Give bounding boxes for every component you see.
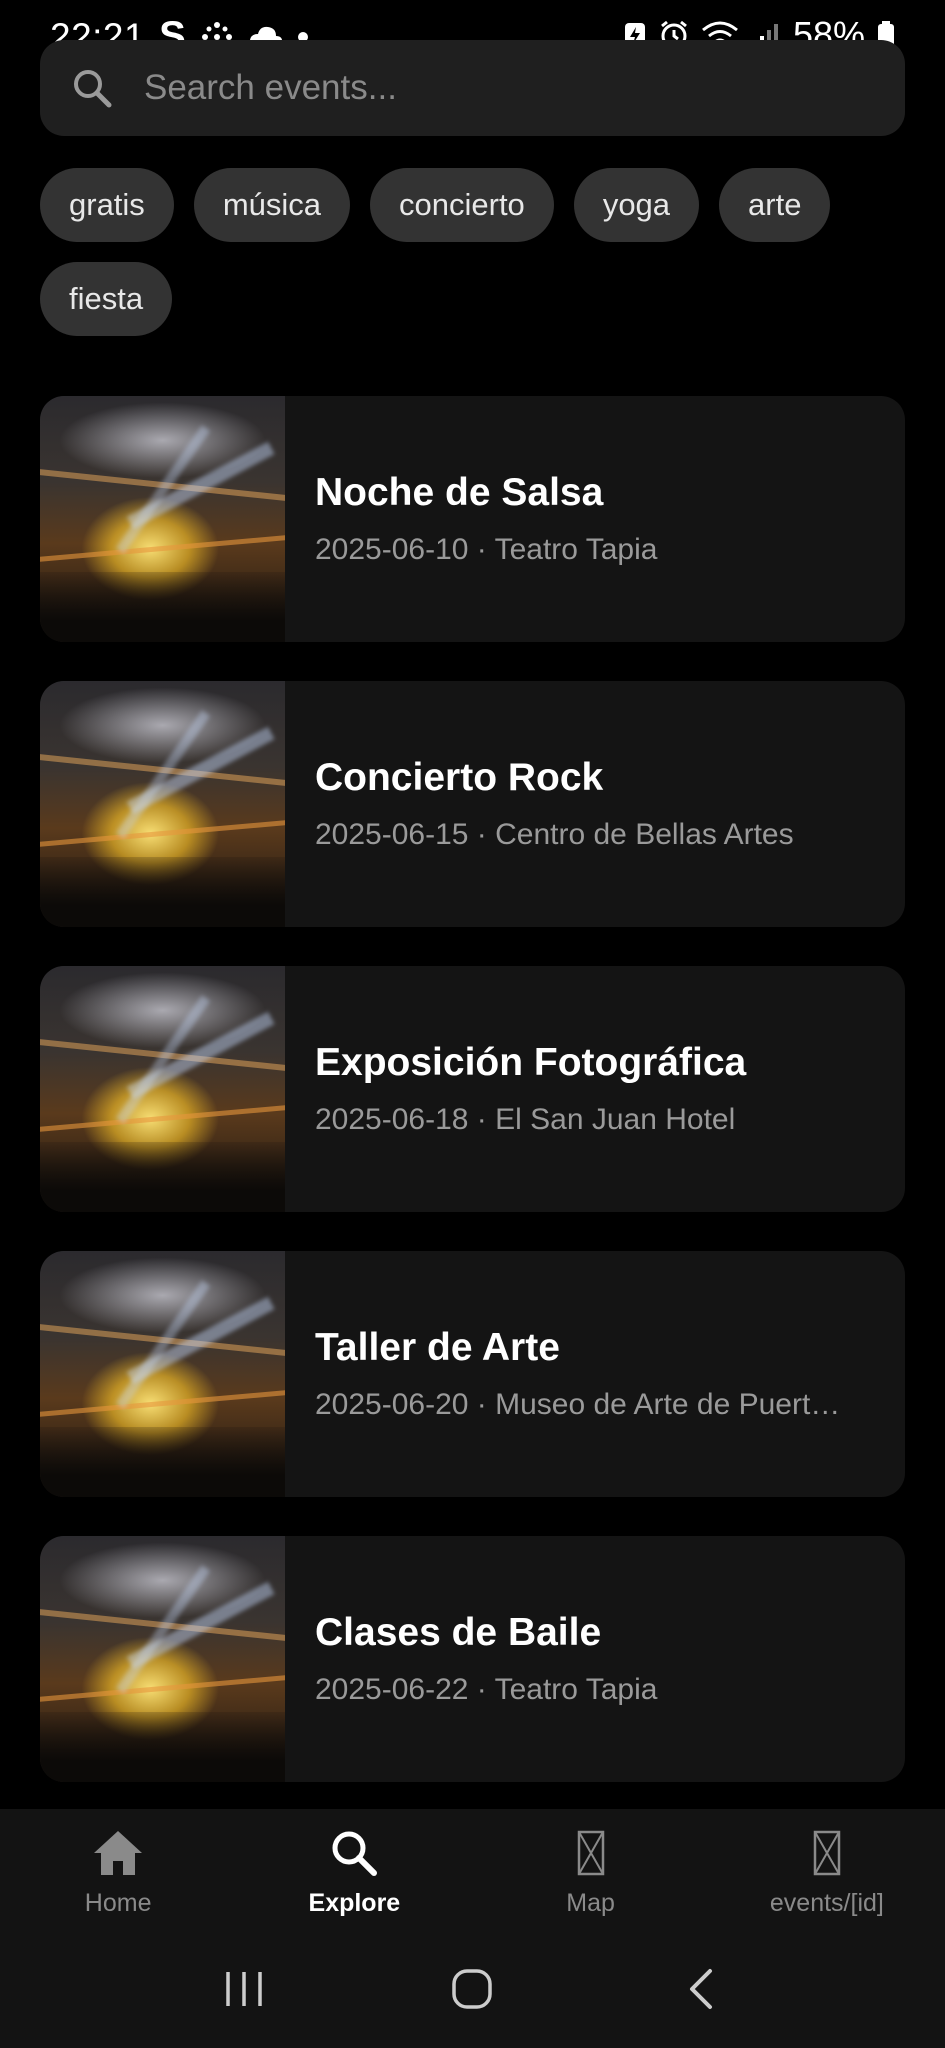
tab-bar: Home Explore Map events/[id] bbox=[0, 1809, 945, 1929]
event-image bbox=[40, 396, 285, 642]
event-meta: 2025-06-18 · El San Juan Hotel bbox=[315, 1103, 736, 1136]
search-bar[interactable] bbox=[40, 40, 905, 136]
filter-chips: gratis música concierto yoga arte fiesta bbox=[40, 168, 910, 336]
event-title: Concierto Rock bbox=[315, 756, 604, 799]
home-icon bbox=[92, 1827, 144, 1879]
event-card[interactable]: Taller de Arte 2025-06-20 · Museo de Art… bbox=[40, 1251, 905, 1497]
tab-label: Home bbox=[84, 1889, 152, 1917]
search-input[interactable] bbox=[144, 68, 864, 108]
event-list: Noche de Salsa 2025-06-10 · Teatro Tapia… bbox=[40, 396, 905, 1821]
event-info: Clases de Baile 2025-06-22 · Teatro Tapi… bbox=[285, 1536, 875, 1782]
tab-explore[interactable]: Explore bbox=[236, 1809, 472, 1929]
tab-map[interactable]: Map bbox=[473, 1809, 709, 1929]
recents-icon bbox=[226, 1971, 262, 2006]
event-image bbox=[40, 966, 285, 1212]
event-info: Taller de Arte 2025-06-20 · Museo de Art… bbox=[285, 1251, 875, 1497]
chip-gratis[interactable]: gratis bbox=[40, 168, 174, 242]
recents-button[interactable] bbox=[204, 1959, 284, 2019]
missing-icon bbox=[565, 1827, 617, 1879]
tab-label: Map bbox=[566, 1889, 615, 1917]
chip-yoga[interactable]: yoga bbox=[573, 168, 700, 242]
event-meta: 2025-06-20 · Museo de Arte de Puert… bbox=[315, 1388, 841, 1421]
back-icon bbox=[689, 1968, 712, 2009]
event-title: Exposición Fotográfica bbox=[315, 1041, 747, 1084]
home-button[interactable] bbox=[432, 1959, 512, 2019]
event-info: Exposición Fotográfica 2025-06-18 · El S… bbox=[285, 966, 875, 1212]
back-button[interactable] bbox=[661, 1959, 741, 2019]
event-image bbox=[40, 681, 285, 927]
event-card[interactable]: Exposición Fotográfica 2025-06-18 · El S… bbox=[40, 966, 905, 1212]
search-icon bbox=[70, 66, 114, 110]
search-icon bbox=[328, 1827, 380, 1879]
tab-label: events/[id] bbox=[769, 1889, 884, 1917]
home-circle-icon bbox=[452, 1968, 493, 2009]
event-info: Concierto Rock 2025-06-15 · Centro de Be… bbox=[285, 681, 875, 927]
missing-icon bbox=[801, 1827, 853, 1879]
event-image bbox=[40, 1251, 285, 1497]
tab-events-id[interactable]: events/[id] bbox=[709, 1809, 945, 1929]
chip-arte[interactable]: arte bbox=[719, 168, 831, 242]
event-card[interactable]: Noche de Salsa 2025-06-10 · Teatro Tapia bbox=[40, 396, 905, 642]
tab-home[interactable]: Home bbox=[0, 1809, 236, 1929]
event-image bbox=[40, 1536, 285, 1782]
event-title: Taller de Arte bbox=[315, 1326, 560, 1369]
chip-fiesta[interactable]: fiesta bbox=[40, 262, 173, 336]
event-title: Noche de Salsa bbox=[315, 471, 604, 514]
event-info: Noche de Salsa 2025-06-10 · Teatro Tapia bbox=[285, 396, 875, 642]
event-meta: 2025-06-10 · Teatro Tapia bbox=[315, 533, 658, 566]
tab-label: Explore bbox=[308, 1889, 401, 1917]
event-card[interactable]: Concierto Rock 2025-06-15 · Centro de Be… bbox=[40, 681, 905, 927]
event-title: Clases de Baile bbox=[315, 1611, 602, 1654]
chip-musica[interactable]: música bbox=[193, 168, 351, 242]
system-nav-bar bbox=[0, 1929, 945, 2048]
event-meta: 2025-06-22 · Teatro Tapia bbox=[315, 1673, 658, 1706]
event-card[interactable]: Clases de Baile 2025-06-22 · Teatro Tapi… bbox=[40, 1536, 905, 1782]
screen: 22:21 S 58% Search events... gratis músi… bbox=[0, 0, 945, 2048]
chip-concierto[interactable]: concierto bbox=[370, 168, 554, 242]
event-meta: 2025-06-15 · Centro de Bellas Artes bbox=[315, 818, 794, 851]
